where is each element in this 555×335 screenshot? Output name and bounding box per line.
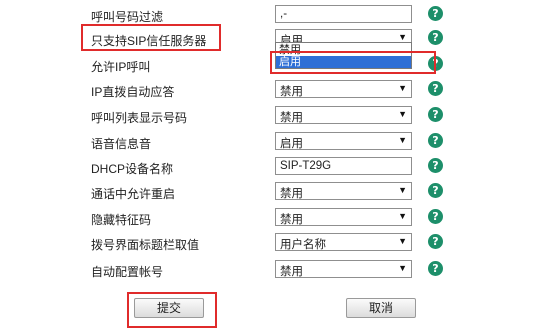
label-ip-direct-auto-answer: IP直拨自动应答 bbox=[91, 85, 175, 99]
help-icon[interactable]: ? bbox=[428, 107, 443, 122]
hide-feature-code-select[interactable]: 禁用 ▼ bbox=[275, 208, 412, 226]
row-ip-direct-auto-answer: IP直拨自动应答 禁用 ▼ ? bbox=[0, 80, 555, 102]
label-allow-ip-call: 允许IP呼叫 bbox=[91, 60, 151, 74]
help-icon[interactable]: ? bbox=[428, 209, 443, 224]
chevron-down-icon: ▼ bbox=[398, 211, 407, 221]
chevron-down-icon: ▼ bbox=[398, 32, 407, 42]
call-list-show-number-select[interactable]: 禁用 ▼ bbox=[275, 106, 412, 124]
ip-direct-auto-answer-value: 禁用 bbox=[280, 86, 303, 98]
dial-title-value-select[interactable]: 用户名称 ▼ bbox=[275, 233, 412, 251]
chevron-down-icon: ▼ bbox=[398, 263, 407, 273]
label-dhcp-device-name: DHCP设备名称 bbox=[91, 162, 174, 176]
auto-provision-account-value: 禁用 bbox=[280, 266, 303, 278]
call-number-filter-input[interactable]: ,- bbox=[275, 5, 412, 23]
label-auto-provision-account: 自动配置帐号 bbox=[91, 265, 164, 279]
label-hide-feature-code: 隐藏特征码 bbox=[91, 213, 152, 227]
help-icon[interactable]: ? bbox=[428, 158, 443, 173]
highlight-sip-trusted-label bbox=[81, 24, 221, 51]
help-icon[interactable]: ? bbox=[428, 81, 443, 96]
dhcp-device-name-input[interactable]: SIP-T29G bbox=[275, 157, 412, 175]
help-icon[interactable]: ? bbox=[428, 6, 443, 21]
chevron-down-icon: ▼ bbox=[398, 236, 407, 246]
label-voice-mail-tone: 语音信息音 bbox=[91, 137, 152, 151]
voice-mail-tone-value: 启用 bbox=[280, 138, 303, 150]
help-icon[interactable]: ? bbox=[428, 183, 443, 198]
row-call-list-show-number: 呼叫列表显示号码 禁用 ▼ ? bbox=[0, 106, 555, 128]
row-voice-mail-tone: 语音信息音 启用 ▼ ? bbox=[0, 132, 555, 154]
chevron-down-icon: ▼ bbox=[398, 109, 407, 119]
chevron-down-icon: ▼ bbox=[398, 83, 407, 93]
highlight-enable-option bbox=[270, 51, 436, 74]
label-call-number-filter: 呼叫号码过滤 bbox=[91, 10, 164, 24]
label-allow-reboot-in-call: 通话中允许重启 bbox=[91, 187, 176, 201]
submit-button[interactable]: 提交 bbox=[134, 298, 204, 318]
ip-direct-auto-answer-select[interactable]: 禁用 ▼ bbox=[275, 80, 412, 98]
help-icon[interactable]: ? bbox=[428, 133, 443, 148]
chevron-down-icon: ▼ bbox=[398, 185, 407, 195]
chevron-down-icon: ▼ bbox=[398, 135, 407, 145]
dial-title-value-value: 用户名称 bbox=[280, 239, 326, 251]
row-allow-reboot-in-call: 通话中允许重启 禁用 ▼ ? bbox=[0, 182, 555, 204]
row-dial-title-value: 拨号界面标题栏取值 用户名称 ▼ ? bbox=[0, 233, 555, 255]
voice-mail-tone-select[interactable]: 启用 ▼ bbox=[275, 132, 412, 150]
cancel-button[interactable]: 取消 bbox=[346, 298, 416, 318]
row-dhcp-device-name: DHCP设备名称 SIP-T29G ? bbox=[0, 157, 555, 179]
label-call-list-show-number: 呼叫列表显示号码 bbox=[91, 111, 188, 125]
dhcp-device-name-value: SIP-T29G bbox=[280, 160, 332, 172]
help-icon[interactable]: ? bbox=[428, 234, 443, 249]
call-list-show-number-value: 禁用 bbox=[280, 112, 303, 124]
allow-reboot-in-call-value: 禁用 bbox=[280, 188, 303, 200]
auto-provision-account-select[interactable]: 禁用 ▼ bbox=[275, 260, 412, 278]
label-dial-title-value: 拨号界面标题栏取值 bbox=[91, 238, 200, 252]
row-hide-feature-code: 隐藏特征码 禁用 ▼ ? bbox=[0, 208, 555, 230]
row-auto-provision-account: 自动配置帐号 禁用 ▼ ? bbox=[0, 260, 555, 282]
hide-feature-code-value: 禁用 bbox=[280, 214, 303, 226]
help-icon[interactable]: ? bbox=[428, 30, 443, 45]
help-icon[interactable]: ? bbox=[428, 261, 443, 276]
call-number-filter-value: ,- bbox=[280, 8, 288, 20]
allow-reboot-in-call-select[interactable]: 禁用 ▼ bbox=[275, 182, 412, 200]
